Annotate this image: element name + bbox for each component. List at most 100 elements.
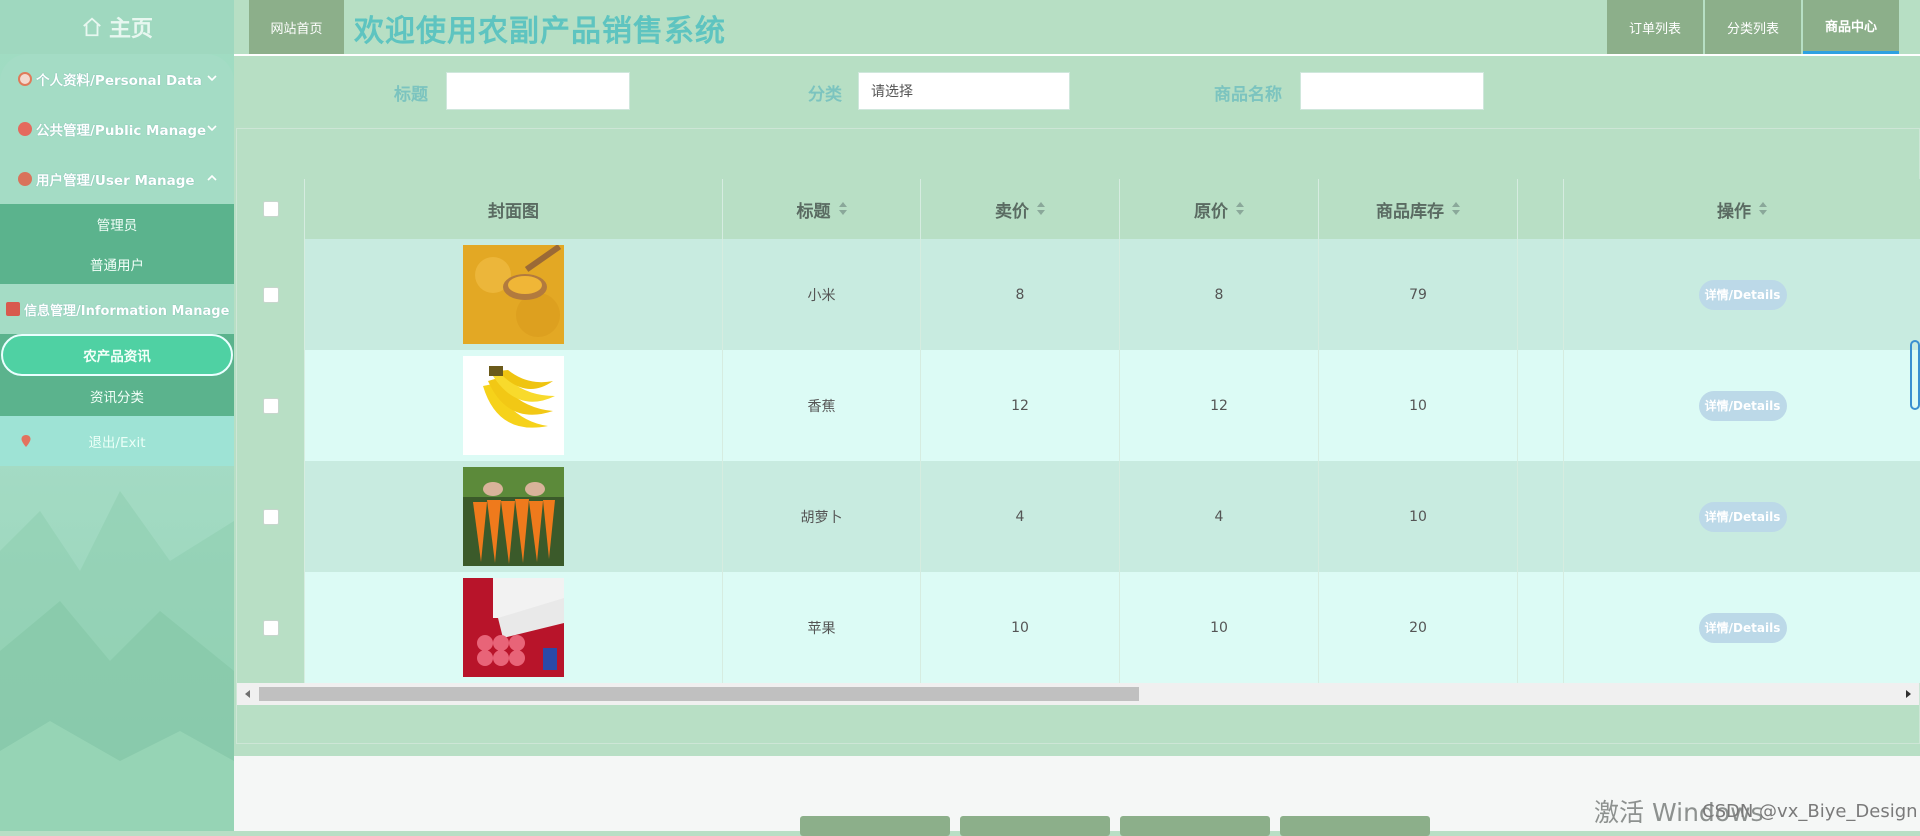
scrollbar-thumb[interactable] <box>259 687 1139 701</box>
sort-icon[interactable] <box>1452 202 1460 216</box>
details-button[interactable]: 详情/Details <box>1698 501 1787 532</box>
column-label: 标题 <box>796 201 831 222</box>
category-label: 分类 <box>808 85 842 105</box>
menu-label: 公共管理/Public Manage <box>36 123 207 139</box>
home-icon <box>83 17 101 37</box>
home-link[interactable]: 主页 <box>0 0 234 54</box>
submenu-item-admin[interactable]: 管理员 <box>0 204 234 244</box>
menu-personal-data[interactable]: 个人资料/Personal Data <box>0 54 234 104</box>
action-button-1[interactable] <box>800 816 950 836</box>
original-price-cell: 8 <box>1120 239 1319 350</box>
cover-cell <box>305 461 723 572</box>
table-row: 苹果 10 10 20 详情/Details <box>237 572 1920 683</box>
action-button-3[interactable] <box>1120 816 1270 836</box>
actions-cell: 详情/Details <box>1564 350 1920 461</box>
sort-icon[interactable] <box>1759 202 1767 216</box>
title-cell: 小米 <box>723 239 921 350</box>
horizontal-scrollbar[interactable] <box>237 683 1919 705</box>
row-checkbox[interactable] <box>262 397 279 414</box>
spacer-cell <box>1518 239 1564 350</box>
submenu-item-agri-news[interactable]: 农产品资讯 <box>1 334 233 376</box>
sort-icon[interactable] <box>838 202 847 216</box>
row-checkbox[interactable] <box>262 619 279 636</box>
action-button-4[interactable] <box>1280 816 1430 836</box>
price-cell: 12 <box>921 350 1120 461</box>
stock-cell: 79 <box>1319 239 1518 350</box>
details-button[interactable]: 详情/Details <box>1698 279 1787 310</box>
row-checkbox-cell <box>237 461 305 572</box>
chevron-down-icon <box>207 75 217 82</box>
actions-cell: 详情/Details <box>1564 461 1920 572</box>
price-cell: 8 <box>921 239 1120 350</box>
menu-information-manage[interactable]: 信息管理/Information Manage <box>0 284 234 334</box>
vertical-scrollbar[interactable] <box>1910 340 1920 410</box>
product-name-input[interactable] <box>1300 72 1484 110</box>
menu-user-manage[interactable]: 用户管理/User Manage <box>0 154 234 204</box>
column-label: 封面图 <box>488 201 539 222</box>
stock-cell: 10 <box>1319 461 1518 572</box>
details-button[interactable]: 详情/Details <box>1698 390 1787 421</box>
select-all-checkbox[interactable] <box>262 201 279 217</box>
scroll-right-arrow-icon[interactable] <box>1905 689 1913 699</box>
action-button-2[interactable] <box>960 816 1110 836</box>
spacer-cell <box>1518 461 1564 572</box>
column-header-stock[interactable]: 商品库存 <box>1319 179 1518 239</box>
title-cell: 苹果 <box>723 572 921 683</box>
spacer-cell <box>1518 350 1564 461</box>
title-cell: 香蕉 <box>723 350 921 461</box>
info-submenu: 农产品资讯 资讯分类 <box>0 334 234 416</box>
cover-cell <box>305 239 723 350</box>
exit-button[interactable]: 退出/Exit <box>0 416 234 466</box>
home-label: 主页 <box>108 17 153 42</box>
spacer-cell <box>1518 572 1564 683</box>
table-row: 香蕉 12 12 10 详情/Details <box>237 350 1920 461</box>
stock-cell: 20 <box>1319 572 1518 683</box>
price-cell: 4 <box>921 461 1120 572</box>
sort-icon[interactable] <box>1037 202 1045 216</box>
location-pin-icon <box>21 435 31 447</box>
column-label: 商品库存 <box>1376 201 1444 222</box>
submenu-item-normal-user[interactable]: 普通用户 <box>0 244 234 284</box>
column-header-price[interactable]: 卖价 <box>921 179 1120 239</box>
sidebar-menu: 个人资料/Personal Data 公共管理/Public Manage 用户… <box>0 54 234 466</box>
price-cell: 10 <box>921 572 1120 683</box>
column-header-original-price[interactable]: 原价 <box>1120 179 1319 239</box>
flag-icon <box>18 72 32 86</box>
original-price-cell: 10 <box>1120 572 1319 683</box>
exit-label: 退出/Exit <box>88 435 146 451</box>
category-select[interactable]: 请选择 <box>858 72 1070 110</box>
column-header-title[interactable]: 标题 <box>723 179 921 239</box>
product-name-label: 商品名称 <box>1214 85 1282 105</box>
row-checkbox[interactable] <box>262 286 279 303</box>
column-header-cover: 封面图 <box>305 179 723 239</box>
select-all-cell <box>237 179 305 239</box>
banana-image <box>463 356 564 455</box>
menu-label: 信息管理/Information Manage <box>24 303 230 319</box>
carrot-image <box>463 467 564 566</box>
cover-cell <box>305 350 723 461</box>
info-icon <box>6 302 20 316</box>
details-button[interactable]: 详情/Details <box>1698 612 1787 643</box>
site-home-button[interactable]: 网站首页 <box>249 0 344 54</box>
row-checkbox-cell <box>237 239 305 350</box>
actions-cell: 详情/Details <box>1564 239 1920 350</box>
actions-cell: 详情/Details <box>1564 572 1920 683</box>
tab-category-list[interactable]: 分类列表 <box>1705 0 1801 54</box>
column-label: 操作 <box>1717 201 1751 222</box>
title-input[interactable] <box>446 72 630 110</box>
submenu-item-news-category[interactable]: 资讯分类 <box>0 376 234 416</box>
tab-product-center[interactable]: 商品中心 <box>1803 0 1899 54</box>
stock-cell: 10 <box>1319 350 1518 461</box>
row-checkbox[interactable] <box>262 508 279 525</box>
chevron-down-icon <box>207 125 217 132</box>
scroll-left-arrow-icon[interactable] <box>243 689 251 699</box>
column-header-actions[interactable]: 操作 <box>1564 179 1920 239</box>
table-row: 小米 8 8 79 详情/Details <box>237 239 1920 350</box>
search-bar: 标题 分类 请选择 商品名称 <box>234 56 1920 126</box>
sort-icon[interactable] <box>1236 202 1244 216</box>
menu-public-manage[interactable]: 公共管理/Public Manage <box>0 104 234 154</box>
apple-image <box>463 578 564 677</box>
column-label: 卖价 <box>995 201 1029 222</box>
original-price-cell: 4 <box>1120 461 1319 572</box>
tab-order-list[interactable]: 订单列表 <box>1607 0 1703 54</box>
